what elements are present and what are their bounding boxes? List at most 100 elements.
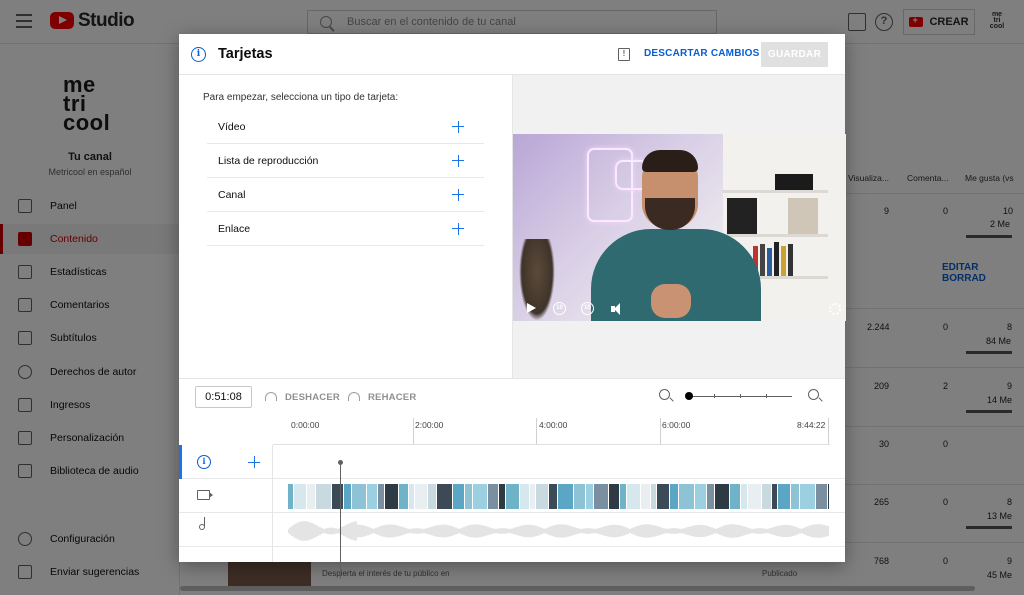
filmstrip-frame bbox=[473, 484, 488, 509]
zoom-out-icon[interactable] bbox=[659, 389, 670, 400]
filmstrip-frame bbox=[415, 484, 428, 509]
filmstrip-frame bbox=[549, 484, 558, 509]
filmstrip-frame bbox=[609, 484, 620, 509]
rewind-10-icon[interactable]: 10 bbox=[553, 302, 566, 315]
filmstrip-frame bbox=[332, 484, 344, 509]
ruler-label: 0:00:00 bbox=[291, 420, 320, 430]
filmstrip-frame bbox=[715, 484, 730, 509]
settings-gear-icon[interactable] bbox=[829, 303, 841, 315]
filmstrip-frame bbox=[778, 484, 791, 509]
report-feedback-icon[interactable]: ! bbox=[618, 48, 630, 61]
cards-editor-dialog: i Tarjetas ! DESCARTAR CAMBIOS GUARDAR P… bbox=[179, 34, 846, 579]
zoom-tick bbox=[740, 394, 741, 398]
plus-icon[interactable] bbox=[452, 222, 464, 235]
ruler-tick bbox=[660, 418, 661, 444]
filmstrip-frame bbox=[352, 484, 367, 509]
filmstrip-frame bbox=[506, 484, 520, 509]
book bbox=[774, 242, 779, 276]
redo-button[interactable]: REHACER bbox=[368, 392, 416, 403]
redo-icon[interactable] bbox=[348, 392, 360, 401]
card-type-link[interactable]: Enlace bbox=[207, 212, 484, 246]
info-icon: i bbox=[191, 47, 206, 62]
card-type-playlist[interactable]: Lista de reproducción bbox=[207, 144, 484, 178]
filmstrip-frame bbox=[294, 484, 307, 509]
filmstrip-frame bbox=[574, 484, 586, 509]
video-controls: 10 10 bbox=[513, 297, 846, 321]
ruler-label: 4:00:00 bbox=[539, 420, 568, 430]
book bbox=[767, 248, 772, 276]
filmstrip-frame bbox=[730, 484, 741, 509]
shelf-plant bbox=[788, 198, 818, 234]
cards-track[interactable] bbox=[179, 445, 845, 479]
filmstrip-frame bbox=[707, 484, 715, 509]
ruler-label: 2:00:00 bbox=[415, 420, 444, 430]
music-note-icon bbox=[199, 517, 206, 530]
zoom-slider-handle[interactable] bbox=[685, 392, 693, 400]
filmstrip-frame bbox=[453, 484, 465, 509]
filmstrip-frame bbox=[695, 484, 707, 509]
ruler-tick bbox=[536, 418, 537, 444]
filmstrip-frame bbox=[679, 484, 695, 509]
filmstrip-frame bbox=[344, 484, 352, 509]
filmstrip-frame bbox=[741, 484, 748, 509]
filmstrip-frame bbox=[378, 484, 385, 509]
filmstrip-frame bbox=[437, 484, 453, 509]
plus-icon[interactable] bbox=[452, 120, 464, 133]
card-type-instructions: Para empezar, selecciona un tipo de tarj… bbox=[203, 92, 399, 103]
filmstrip-frame bbox=[316, 484, 332, 509]
shelf-object bbox=[775, 174, 813, 190]
cards-track-info-icon: i bbox=[197, 455, 211, 469]
volume-icon[interactable] bbox=[611, 303, 623, 315]
video-preview-panel: 10 10 bbox=[512, 75, 846, 378]
filmstrip-frame bbox=[465, 484, 473, 509]
video-filmstrip[interactable] bbox=[288, 484, 829, 509]
track-header-divider bbox=[272, 445, 273, 562]
audio-waveform[interactable] bbox=[288, 520, 829, 542]
card-type-channel[interactable]: Canal bbox=[207, 178, 484, 212]
card-type-video[interactable]: Vídeo bbox=[207, 110, 484, 144]
shelf-frame bbox=[727, 198, 757, 234]
undo-button[interactable]: DESHACER bbox=[285, 392, 340, 403]
dialog-title: Tarjetas bbox=[218, 46, 273, 62]
filmstrip-frame bbox=[594, 484, 609, 509]
presenter-beard bbox=[645, 198, 695, 230]
forward-10-icon[interactable]: 10 bbox=[581, 302, 594, 315]
shelf-board bbox=[723, 234, 828, 237]
zoom-tick bbox=[714, 394, 715, 398]
plus-icon[interactable] bbox=[452, 188, 464, 201]
dialog-header: i Tarjetas ! DESCARTAR CAMBIOS GUARDAR bbox=[179, 34, 845, 75]
play-icon[interactable] bbox=[527, 303, 536, 313]
plus-icon[interactable] bbox=[452, 154, 464, 167]
timecode-field[interactable]: 0:51:08 bbox=[195, 386, 252, 408]
filmstrip-frame bbox=[791, 484, 800, 509]
filmstrip-frame bbox=[307, 484, 316, 509]
presenter-hair bbox=[642, 150, 698, 172]
video-track-icon bbox=[197, 490, 213, 500]
add-card-plus-icon[interactable] bbox=[248, 456, 260, 468]
filmstrip-frame bbox=[762, 484, 772, 509]
ruler-tick bbox=[828, 418, 829, 444]
filmstrip-frame bbox=[499, 484, 506, 509]
ruler-tick bbox=[413, 418, 414, 444]
filmstrip-frame bbox=[828, 484, 829, 509]
filmstrip-frame bbox=[800, 484, 816, 509]
filmstrip-frame bbox=[558, 484, 574, 509]
zoom-in-icon[interactable] bbox=[808, 389, 819, 400]
discard-changes-button[interactable]: DESCARTAR CAMBIOS bbox=[644, 48, 759, 59]
card-type-panel: Para empezar, selecciona un tipo de tarj… bbox=[179, 75, 512, 378]
book bbox=[760, 244, 765, 276]
timeline: 0:00:00 2:00:00 4:00:00 6:00:00 8:44:22 … bbox=[179, 414, 845, 579]
playhead[interactable] bbox=[340, 462, 342, 579]
filmstrip-frame bbox=[586, 484, 594, 509]
ruler-label: 8:44:22 bbox=[797, 420, 826, 430]
shelf-board bbox=[723, 190, 828, 193]
zoom-tick bbox=[766, 394, 767, 398]
filmstrip-frame bbox=[816, 484, 828, 509]
filmstrip-frame bbox=[428, 484, 437, 509]
video-player[interactable]: 10 10 bbox=[513, 134, 846, 321]
filmstrip-frame bbox=[367, 484, 378, 509]
cards-track-selected-indicator bbox=[179, 445, 182, 479]
filmstrip-frame bbox=[748, 484, 762, 509]
undo-icon[interactable] bbox=[265, 392, 277, 401]
save-button[interactable]: GUARDAR bbox=[761, 42, 828, 67]
